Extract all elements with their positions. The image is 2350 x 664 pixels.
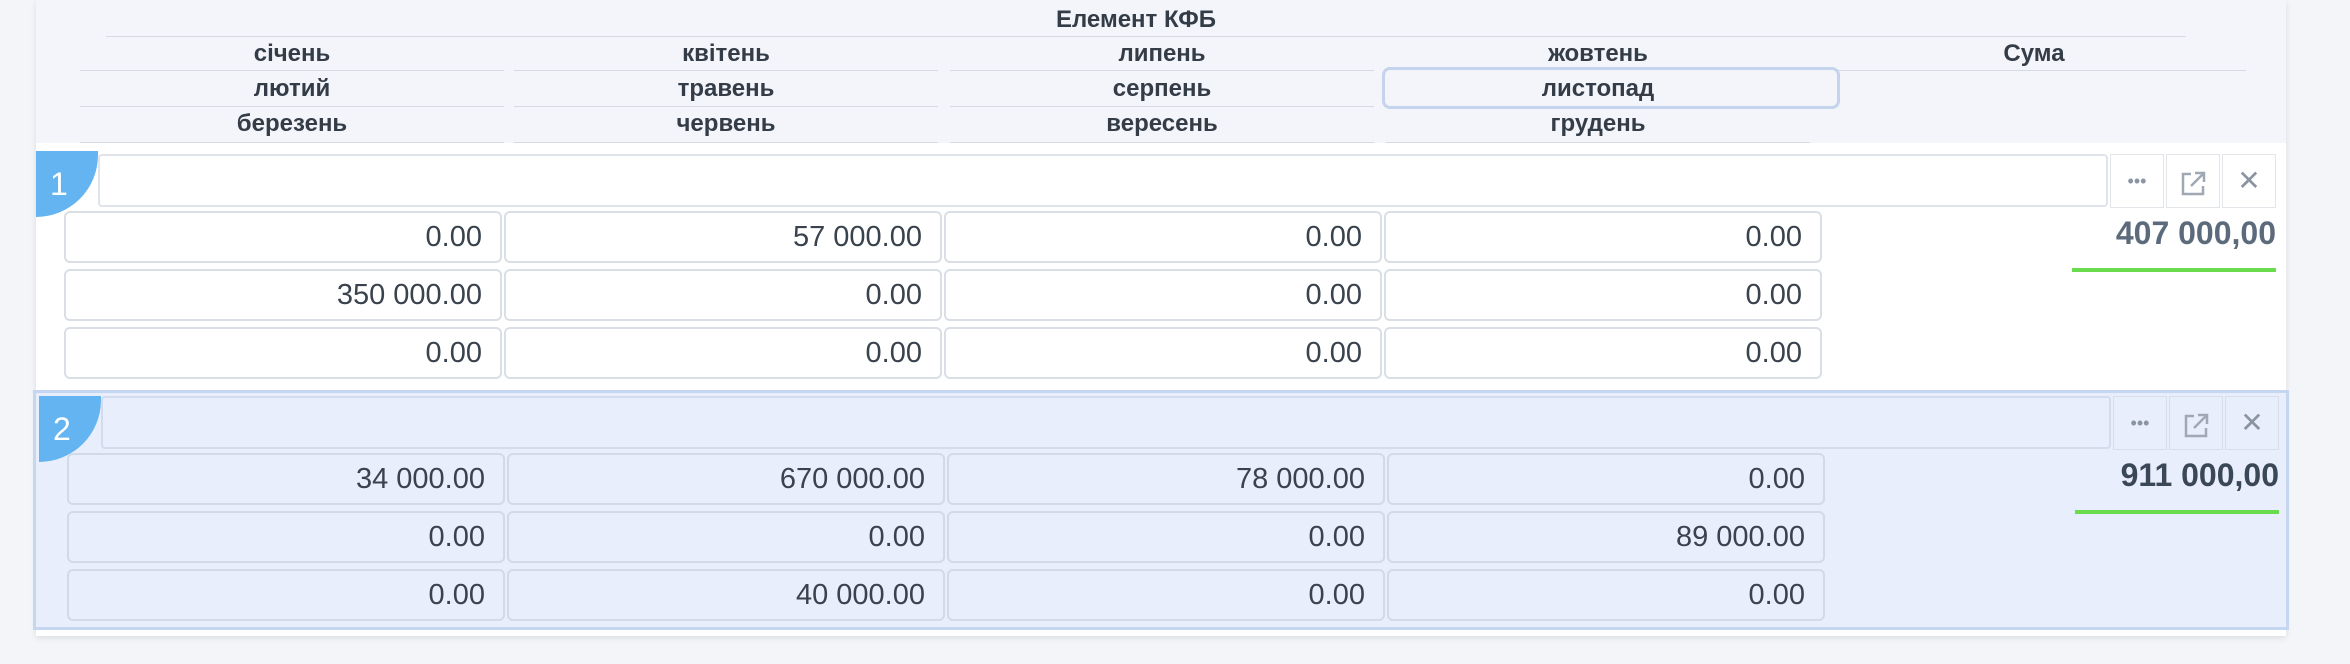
row-number-badge: 1 [36, 151, 98, 217]
header-month-aug: серпень [1112, 75, 1212, 102]
close-button[interactable]: ✕ [2225, 396, 2279, 450]
value-cell-oct[interactable]: 0.00 [1387, 453, 1825, 505]
header-month-apr: квітень [682, 40, 770, 67]
header-month-jul: липень [1118, 40, 1206, 67]
value-cell-nov[interactable]: 0.00 [1384, 269, 1822, 321]
record-row-selected[interactable]: 2 ••• ✕ 34 000.00 670 000.00 78 000.00 0… [33, 390, 2289, 630]
column-title-kfb: Елемент КФБ [1055, 6, 1217, 33]
value-cell-jul[interactable]: 78 000.00 [947, 453, 1385, 505]
value-cell-may[interactable]: 0.00 [504, 269, 942, 321]
value-cell-jan[interactable]: 0.00 [64, 211, 502, 263]
value-cell-feb[interactable]: 0.00 [67, 511, 505, 563]
header-month-dec: грудень [1550, 110, 1646, 137]
value-cell-sep[interactable]: 0.00 [944, 327, 1382, 379]
header-month-feb: лютий [253, 75, 331, 102]
sum-underline [2075, 510, 2279, 514]
close-button[interactable]: ✕ [2222, 154, 2276, 208]
value-cell-jun[interactable]: 40 000.00 [507, 569, 945, 621]
header-month-oct: жовтень [1548, 40, 1648, 67]
header-sum: Сума [2003, 40, 2065, 67]
value-cell-oct[interactable]: 0.00 [1384, 211, 1822, 263]
value-cell-may[interactable]: 0.00 [507, 511, 945, 563]
record-name-field[interactable] [101, 396, 2111, 449]
value-cell-dec[interactable]: 0.00 [1387, 569, 1825, 621]
row-sum-value: 911 000,00 [2120, 457, 2279, 493]
header-month-mar: березень [236, 110, 348, 137]
value-cell-mar[interactable]: 0.00 [67, 569, 505, 621]
header-month-jun: червень [676, 110, 776, 137]
open-external-button[interactable] [2169, 396, 2223, 450]
value-cell-apr[interactable]: 670 000.00 [507, 453, 945, 505]
value-cell-aug[interactable]: 0.00 [944, 269, 1382, 321]
row-sum-value: 407 000,00 [2115, 215, 2276, 251]
value-cell-aug[interactable]: 0.00 [947, 511, 1385, 563]
value-cell-jan[interactable]: 34 000.00 [67, 453, 505, 505]
kfb-table-panel: Елемент КФБ січень квітень липень жовтен… [33, 0, 2289, 636]
more-button[interactable]: ••• [2110, 154, 2164, 208]
sum-underline [2072, 268, 2276, 272]
more-button[interactable]: ••• [2113, 396, 2167, 450]
external-link-icon [2181, 171, 2206, 195]
value-cell-apr[interactable]: 57 000.00 [504, 211, 942, 263]
record-name-field[interactable] [98, 154, 2108, 207]
record-row[interactable]: 1 ••• ✕ 0.00 57 000.00 0.00 0.00 350 000… [36, 151, 2286, 385]
value-cell-dec[interactable]: 0.00 [1384, 327, 1822, 379]
external-link-icon [2184, 413, 2209, 437]
table-header: Елемент КФБ січень квітень липень жовтен… [36, 0, 2286, 143]
value-cell-jun[interactable]: 0.00 [504, 327, 942, 379]
header-month-sep: вересень [1106, 110, 1218, 137]
header-month-nov: листопад [1541, 75, 1655, 102]
value-cell-feb[interactable]: 350 000.00 [64, 269, 502, 321]
header-month-jan: січень [253, 40, 331, 67]
value-cell-mar[interactable]: 0.00 [64, 327, 502, 379]
open-external-button[interactable] [2166, 154, 2220, 208]
value-cell-nov[interactable]: 89 000.00 [1387, 511, 1825, 563]
value-cell-jul[interactable]: 0.00 [944, 211, 1382, 263]
header-month-may: травень [677, 75, 775, 102]
value-cell-sep[interactable]: 0.00 [947, 569, 1385, 621]
